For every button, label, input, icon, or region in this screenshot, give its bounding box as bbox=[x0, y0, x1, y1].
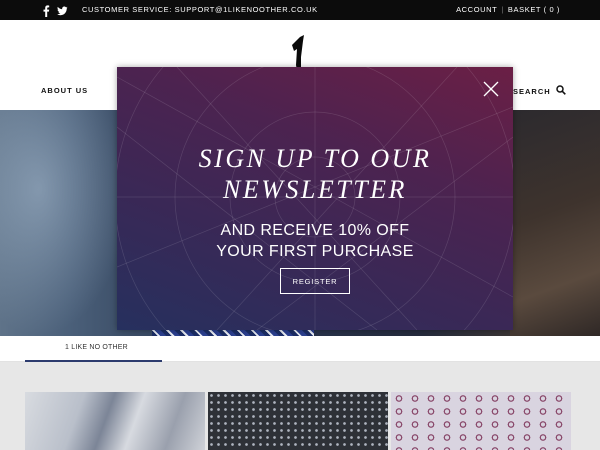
social-links bbox=[41, 4, 68, 18]
account-links: ACCOUNT | BASKET ( 0 ) bbox=[456, 5, 560, 14]
modal-title-line2: NEWSLETTER bbox=[223, 175, 407, 204]
modal-title-line1: SIGN UP TO OUR bbox=[198, 144, 432, 173]
close-icon[interactable] bbox=[483, 81, 499, 97]
hero-right-panel bbox=[510, 110, 600, 336]
account-link[interactable]: ACCOUNT bbox=[456, 5, 497, 14]
product-card-navy-pattern[interactable] bbox=[208, 392, 388, 450]
basket-link[interactable]: BASKET ( 0 ) bbox=[508, 5, 560, 14]
nav-search[interactable]: SEARCH bbox=[513, 85, 566, 97]
nav-search-label: SEARCH bbox=[513, 86, 551, 96]
brand-logo[interactable] bbox=[285, 35, 311, 71]
product-grid bbox=[0, 362, 600, 450]
hero-left-panel bbox=[0, 110, 130, 336]
modal-title: SIGN UP TO OUR NEWSLETTER bbox=[117, 143, 513, 205]
category-tabs: 1 LIKE NO OTHER bbox=[0, 336, 600, 362]
customer-service-text[interactable]: CUSTOMER SERVICE: SUPPORT@1LIKENOOTHER.C… bbox=[82, 5, 318, 14]
modal-offer-line1: AND RECEIVE 10% OFF bbox=[220, 222, 410, 239]
search-icon bbox=[555, 85, 566, 97]
twitter-icon[interactable] bbox=[57, 4, 68, 16]
newsletter-modal: SIGN UP TO OUR NEWSLETTER AND RECEIVE 10… bbox=[117, 67, 513, 330]
top-utility-bar: CUSTOMER SERVICE: SUPPORT@1LIKENOOTHER.C… bbox=[0, 0, 600, 20]
product-card-circle-pattern[interactable] bbox=[391, 392, 571, 450]
register-button[interactable]: REGISTER bbox=[280, 268, 350, 294]
facebook-icon[interactable] bbox=[41, 4, 51, 18]
modal-offer: AND RECEIVE 10% OFF YOUR FIRST PURCHASE bbox=[117, 220, 513, 262]
tab-1-like-no-other[interactable]: 1 LIKE NO OTHER bbox=[25, 336, 162, 362]
modal-offer-line2: YOUR FIRST PURCHASE bbox=[216, 243, 414, 260]
separator: | bbox=[501, 5, 504, 14]
product-card-feather[interactable] bbox=[25, 392, 205, 450]
nav-about-us[interactable]: ABOUT US bbox=[41, 86, 88, 95]
